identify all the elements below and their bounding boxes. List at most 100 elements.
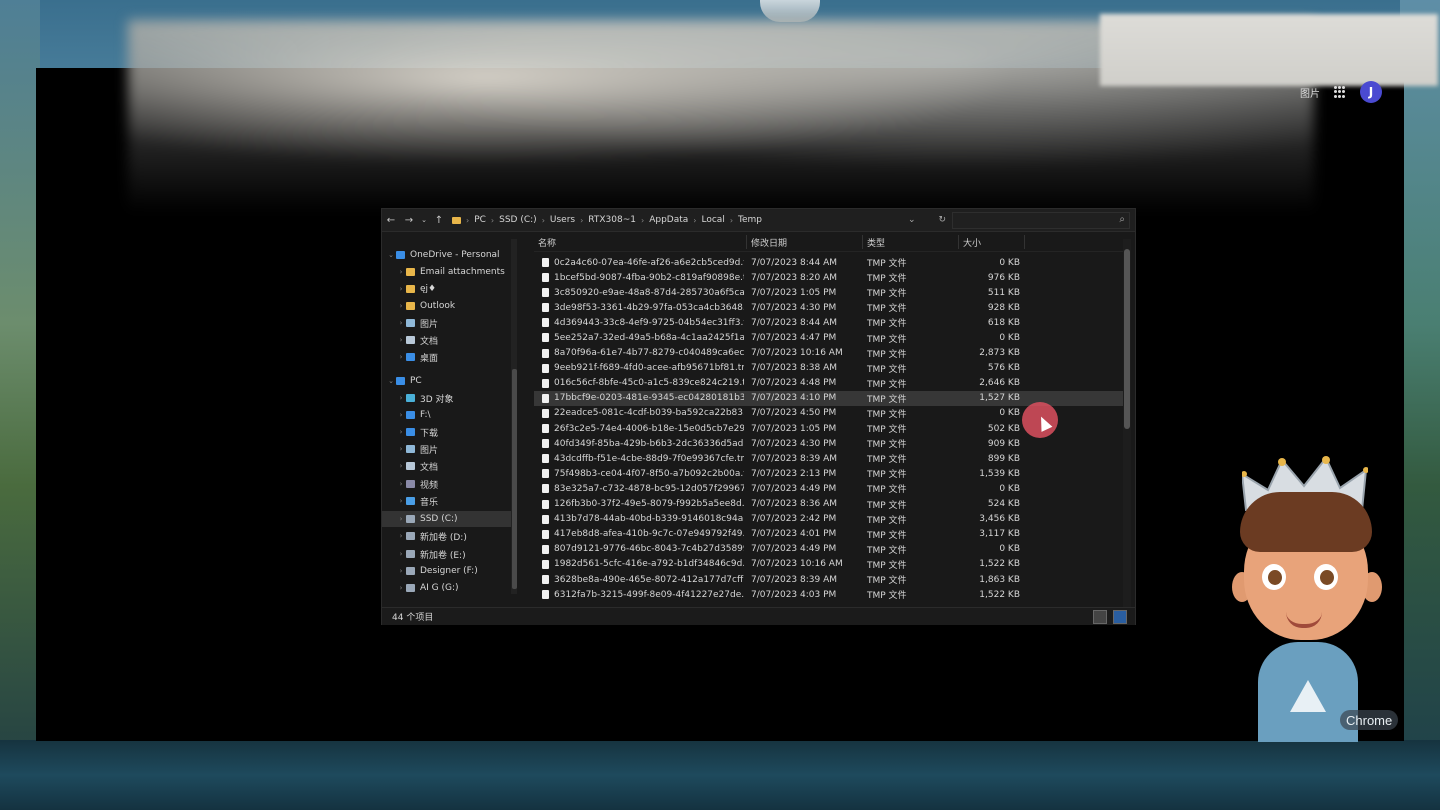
images-link[interactable]: 图片 (1300, 85, 1320, 100)
expand-chevron-icon[interactable]: › (396, 319, 406, 327)
file-row[interactable]: 0c2a4c60-07ea-46fe-af26-a6e2cb5ced9d.tmp… (534, 255, 1124, 270)
expand-chevron-icon[interactable]: › (396, 550, 406, 558)
nav-item[interactable]: › 图片 (382, 315, 514, 331)
breadcrumb-separator-icon[interactable]: › (466, 216, 469, 225)
file-row[interactable]: 4d369443-33c8-4ef9-9725-04b54ec31ff3.tmp… (534, 315, 1124, 330)
expand-chevron-icon[interactable]: › (396, 480, 406, 488)
nav-item[interactable]: › Email attachments (382, 264, 514, 280)
column-divider[interactable] (958, 235, 959, 249)
breadcrumb-separator-icon[interactable]: › (491, 216, 494, 225)
breadcrumb-item[interactable]: Temp (738, 215, 762, 225)
nav-item[interactable]: › Outlook (382, 298, 514, 314)
details-view-icon[interactable] (1093, 610, 1107, 624)
refresh-icon[interactable]: ↻ (938, 215, 946, 225)
file-row[interactable]: 417eb8d8-afea-410b-9c7c-07e949792f49.t..… (534, 527, 1124, 542)
file-row[interactable]: 3628be8a-490e-465e-8072-412a177d7cff.t..… (534, 572, 1124, 587)
expand-chevron-icon[interactable]: › (396, 353, 406, 361)
breadcrumb-item[interactable]: Local (702, 215, 725, 225)
up-arrow-icon[interactable]: ↑ (430, 215, 448, 226)
file-row[interactable]: 8a70f96a-61e7-4b77-8279-c040489ca6ec.t..… (534, 346, 1124, 361)
breadcrumb-item[interactable]: SSD (C:) (499, 215, 537, 225)
breadcrumb-item[interactable]: RTX308~1 (588, 215, 636, 225)
address-dropdown-icon[interactable]: ⌄ (908, 215, 916, 225)
file-row[interactable]: 807d9121-9776-46bc-8043-7c4b27d35899... 7… (534, 542, 1124, 557)
expand-chevron-icon[interactable]: › (396, 268, 406, 276)
column-size-header[interactable]: 大小 (963, 236, 981, 249)
file-row[interactable]: 43dcdffb-f51e-4cbe-88d9-7f0e99367cfe.tmp… (534, 451, 1124, 466)
nav-item[interactable]: › 3D 对象 (382, 390, 514, 406)
file-row[interactable]: 75f498b3-ce04-4f07-8f50-a7b092c2b00a.tmp… (534, 466, 1124, 481)
expand-chevron-icon[interactable]: › (396, 497, 406, 505)
breadcrumb-separator-icon[interactable]: › (693, 216, 696, 225)
column-name-header[interactable]: 名称 (538, 236, 556, 249)
recent-chevron-icon[interactable]: ⌄ (418, 216, 430, 224)
expand-chevron-icon[interactable]: › (396, 336, 406, 344)
file-row[interactable]: 413b7d78-44ab-40bd-b339-9146018c94a7... 7… (534, 512, 1124, 527)
nav-item[interactable]: ›网络 (382, 603, 514, 605)
file-row[interactable]: 40fd349f-85ba-429b-b6b3-2dc36336d5ad.t..… (534, 436, 1124, 451)
expand-chevron-icon[interactable]: ⌄ (386, 251, 396, 259)
column-date-header[interactable]: 修改日期 (751, 236, 787, 249)
column-divider[interactable] (1024, 235, 1025, 249)
breadcrumb-item[interactable]: PC (474, 215, 486, 225)
nav-item[interactable]: › F:\ (382, 407, 514, 423)
breadcrumb-separator-icon[interactable]: › (730, 216, 733, 225)
account-avatar[interactable]: J (1360, 81, 1382, 103)
file-row[interactable]: 1982d561-5cfc-416e-a792-b1df34846c9d.t..… (534, 557, 1124, 572)
expand-chevron-icon[interactable]: › (396, 532, 406, 540)
breadcrumb-item[interactable]: AppData (649, 215, 688, 225)
nav-scrollbar-thumb[interactable] (512, 369, 517, 589)
nav-item[interactable]: › 音乐 (382, 493, 514, 509)
column-divider[interactable] (862, 235, 863, 249)
nav-item[interactable]: › 图片 (382, 441, 514, 457)
back-arrow-icon[interactable]: ← (382, 215, 400, 226)
column-divider[interactable] (746, 235, 747, 249)
breadcrumb-separator-icon[interactable]: › (641, 216, 644, 225)
expand-chevron-icon[interactable]: › (396, 394, 406, 402)
expand-chevron-icon[interactable]: › (396, 515, 406, 523)
file-list-scrollbar-thumb[interactable] (1124, 249, 1130, 429)
file-row[interactable]: 126fb3b0-37f2-49e5-8079-f992b5a5ee8d.t..… (534, 497, 1124, 512)
file-size: 524 KB (987, 499, 1020, 510)
expand-chevron-icon[interactable]: › (396, 302, 406, 310)
search-input[interactable]: ⌕ (952, 212, 1130, 229)
nav-item[interactable]: › 视频 (382, 476, 514, 492)
breadcrumb-separator-icon[interactable]: › (542, 216, 545, 225)
file-row[interactable]: 3c850920-e9ae-48a8-87d4-285730a6f5ca.t..… (534, 285, 1124, 300)
file-row[interactable]: 5ee252a7-32ed-49a5-b68a-4c1aa2425f1a.t..… (534, 330, 1124, 345)
expand-chevron-icon[interactable]: › (396, 411, 406, 419)
file-row[interactable]: 9eeb921f-f689-4fd0-acee-afb95671bf81.tmp… (534, 361, 1124, 376)
apps-grid-icon[interactable] (1334, 86, 1346, 98)
nav-item[interactable]: › 文档 (382, 458, 514, 474)
expand-chevron-icon[interactable]: › (396, 584, 406, 592)
nav-item[interactable]: › 文档 (382, 332, 514, 348)
expand-chevron-icon[interactable]: › (396, 567, 406, 575)
nav-item[interactable]: › SSD (C:) (382, 511, 514, 527)
expand-chevron-icon[interactable]: › (396, 445, 406, 453)
tiles-view-icon[interactable] (1113, 610, 1127, 624)
nav-item[interactable]: › 新加卷 (E:) (382, 546, 514, 562)
folder-icon (406, 532, 415, 540)
nav-item[interactable]: ⌄ OneDrive - Personal (382, 247, 514, 263)
expand-chevron-icon[interactable]: ⌄ (386, 377, 396, 385)
nav-item[interactable]: › AI G (G:) (382, 580, 514, 596)
breadcrumb-item[interactable]: Users (550, 215, 575, 225)
expand-chevron-icon[interactable]: › (396, 285, 406, 293)
file-row[interactable]: 6312fa7b-3215-499f-8e09-4f41227e27de.t..… (534, 587, 1124, 602)
nav-item[interactable]: ⌄ PC (382, 373, 514, 389)
forward-arrow-icon[interactable]: → (400, 215, 418, 226)
nav-item[interactable]: › ęj♦ (382, 281, 514, 297)
breadcrumb-separator-icon[interactable]: › (580, 216, 583, 225)
file-row[interactable]: 1bcef5bd-9087-4fba-90b2-c819af90898e.t..… (534, 270, 1124, 285)
expand-chevron-icon[interactable]: › (396, 462, 406, 470)
breadcrumb[interactable]: › PC › SSD (C:) › Users › RTX308~1 › AppData › Loca… (452, 212, 912, 228)
expand-chevron-icon[interactable]: › (396, 428, 406, 436)
file-row[interactable]: 016c56cf-8bfe-45c0-a1c5-839ce824c219.tmp… (534, 376, 1124, 391)
nav-item[interactable]: › Designer (F:) (382, 563, 514, 579)
nav-item[interactable]: › 下载 (382, 424, 514, 440)
column-type-header[interactable]: 类型 (867, 236, 885, 249)
nav-item[interactable]: › 新加卷 (D:) (382, 528, 514, 544)
nav-item[interactable]: › 桌面 (382, 349, 514, 365)
file-row[interactable]: 3de98f53-3361-4b29-97fa-053ca4cb3648.t..… (534, 300, 1124, 315)
file-row[interactable]: 83e325a7-c732-4878-bc95-12d057f29967.t..… (534, 481, 1124, 496)
